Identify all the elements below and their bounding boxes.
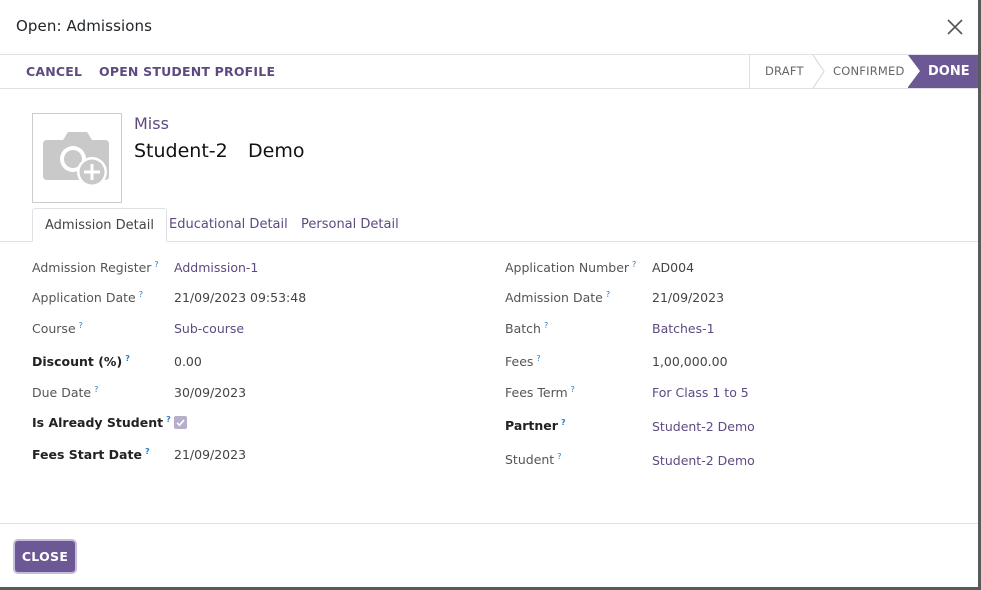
- tab-admission-detail[interactable]: Admission Detail: [32, 208, 167, 242]
- dialog-header: Open: Admissions: [0, 0, 978, 55]
- application-date-field[interactable]: 21/09/2023 09:53:48: [174, 290, 306, 305]
- course-label: Course?: [32, 321, 83, 337]
- discount-field[interactable]: 0.00: [174, 354, 202, 369]
- help-icon[interactable]: ?: [79, 321, 83, 330]
- close-button[interactable]: CLOSE: [15, 541, 75, 572]
- tab-personal-detail[interactable]: Personal Detail: [301, 208, 399, 242]
- stage-separator-icon: [812, 54, 826, 89]
- due-date-label: Due Date?: [32, 385, 99, 401]
- cancel-button[interactable]: CANCEL: [26, 64, 82, 79]
- fees-label: Fees?: [505, 354, 541, 370]
- help-icon[interactable]: ?: [606, 290, 610, 299]
- partner-field[interactable]: Student-2 Demo: [652, 419, 755, 434]
- stage-draft[interactable]: DRAFT: [765, 55, 804, 88]
- fees-start-date-label: Fees Start Date?: [32, 447, 150, 463]
- help-icon[interactable]: ?: [166, 415, 171, 424]
- tab-educational-detail[interactable]: Educational Detail: [169, 208, 288, 242]
- help-icon[interactable]: ?: [139, 290, 143, 299]
- batch-label: Batch?: [505, 321, 549, 337]
- student-title[interactable]: Miss: [134, 114, 169, 133]
- admission-dialog: Open: Admissions CANCEL OPEN STUDENT PRO…: [0, 0, 979, 587]
- help-icon[interactable]: ?: [561, 418, 566, 427]
- help-icon[interactable]: ?: [536, 354, 540, 363]
- fees-term-label: Fees Term?: [505, 385, 575, 401]
- close-icon[interactable]: [943, 15, 967, 39]
- help-icon[interactable]: ?: [544, 321, 548, 330]
- admission-register-label: Admission Register?: [32, 260, 159, 276]
- stage-done-notch: [908, 55, 920, 87]
- application-number-label: Application Number?: [505, 260, 637, 276]
- course-field[interactable]: Sub-course: [174, 321, 244, 336]
- help-icon[interactable]: ?: [557, 452, 561, 461]
- camera-plus-icon: [43, 132, 109, 187]
- is-already-student-label: Is Already Student?: [32, 415, 171, 431]
- fees-start-date-field[interactable]: 21/09/2023: [174, 447, 246, 462]
- stage-confirmed[interactable]: CONFIRMED: [833, 55, 905, 88]
- student-last-name[interactable]: Demo: [248, 140, 304, 162]
- due-date-field[interactable]: 30/09/2023: [174, 385, 246, 400]
- dialog-footer: CLOSE: [0, 523, 978, 587]
- student-label: Student?: [505, 452, 562, 468]
- help-icon[interactable]: ?: [154, 260, 158, 269]
- discount-label: Discount (%)?: [32, 354, 130, 370]
- help-icon[interactable]: ?: [94, 385, 98, 394]
- application-number-field[interactable]: AD004: [652, 260, 694, 275]
- help-icon[interactable]: ?: [145, 447, 150, 456]
- status-bar: DRAFT CONFIRMED DONE: [749, 54, 979, 89]
- dialog-title: Open: Admissions: [16, 17, 153, 35]
- student-avatar[interactable]: [32, 113, 122, 203]
- batch-field[interactable]: Batches-1: [652, 321, 715, 336]
- admission-date-label: Admission Date?: [505, 290, 611, 306]
- application-date-label: Application Date?: [32, 290, 143, 306]
- is-already-student-checkbox[interactable]: [174, 416, 187, 429]
- student-field[interactable]: Student-2 Demo: [652, 453, 755, 468]
- help-icon[interactable]: ?: [125, 354, 130, 363]
- open-student-profile-button[interactable]: OPEN STUDENT PROFILE: [99, 64, 275, 79]
- fees-field[interactable]: 1,00,000.00: [652, 354, 728, 369]
- help-icon[interactable]: ?: [632, 260, 636, 269]
- help-icon[interactable]: ?: [571, 385, 575, 394]
- control-bar: CANCEL OPEN STUDENT PROFILE DRAFT CONFIR…: [0, 54, 979, 89]
- tab-bar: Admission Detail Educational Detail Pers…: [0, 208, 978, 242]
- fees-term-field[interactable]: For Class 1 to 5: [652, 385, 749, 400]
- admission-register-field[interactable]: Addmission-1: [174, 260, 258, 275]
- admission-date-field[interactable]: 21/09/2023: [652, 290, 724, 305]
- partner-label: Partner?: [505, 418, 566, 434]
- student-first-name[interactable]: Student-2: [134, 140, 228, 162]
- checkmark-icon: [176, 419, 185, 427]
